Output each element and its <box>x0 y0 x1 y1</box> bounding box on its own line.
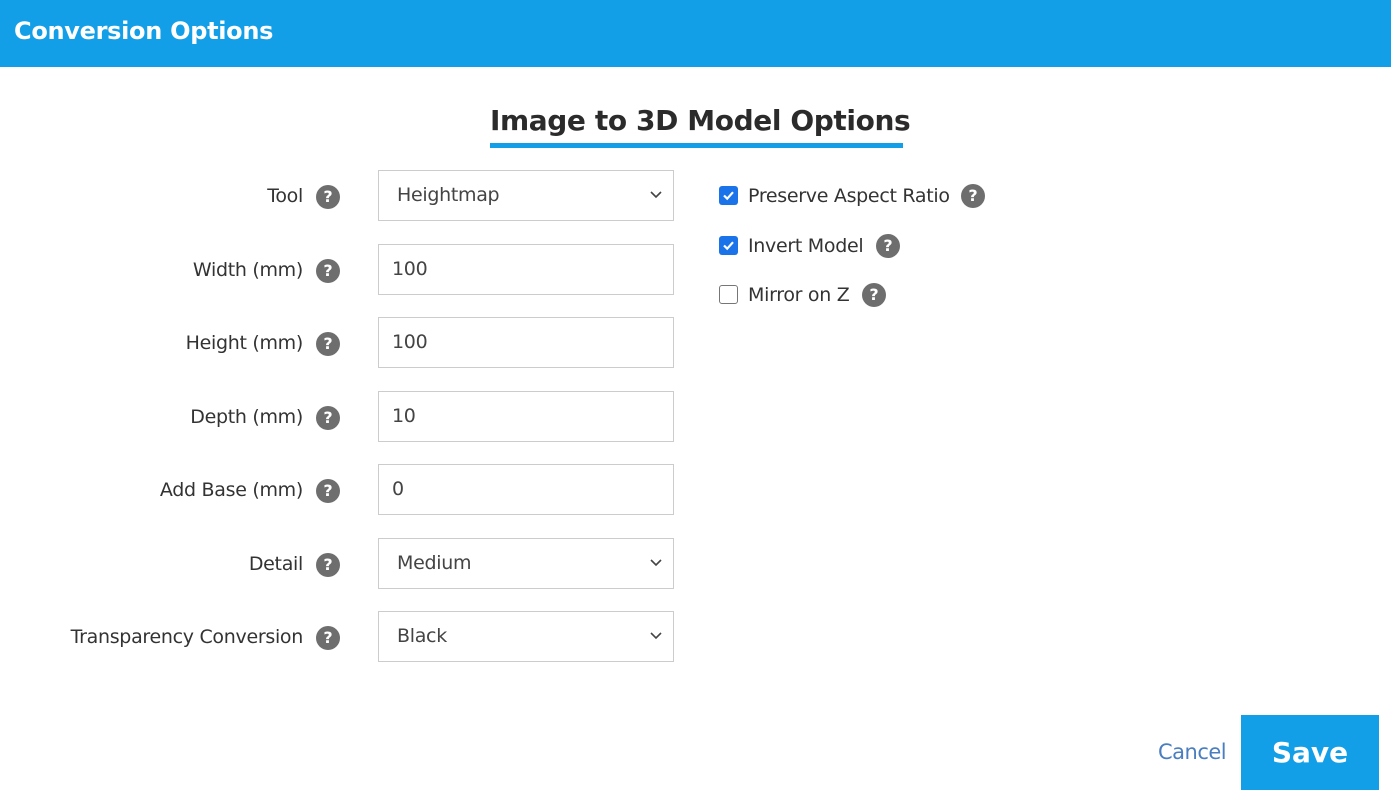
invert-model-checkbox[interactable] <box>719 236 738 255</box>
detail-label: Detail <box>248 553 303 575</box>
transparency-select[interactable]: Black <box>378 611 674 662</box>
save-button[interactable]: Save <box>1241 715 1379 790</box>
width-label: Width (mm) <box>192 259 303 281</box>
chevron-down-icon <box>650 632 662 640</box>
help-icon[interactable]: ? <box>316 626 340 650</box>
tool-row: Tool ? Heightmap <box>0 170 680 222</box>
detail-select[interactable]: Medium <box>378 538 674 589</box>
section-title-underline <box>490 143 903 148</box>
cancel-button[interactable]: Cancel <box>1158 740 1227 764</box>
height-row: Height (mm) ? 100 <box>0 317 680 369</box>
checkmark-icon <box>723 241 734 251</box>
transparency-select-value: Black <box>397 625 447 647</box>
preserve-aspect-ratio-checkbox[interactable] <box>719 186 738 205</box>
section-title: Image to 3D Model Options <box>490 104 911 137</box>
help-icon[interactable]: ? <box>316 185 340 209</box>
help-icon[interactable]: ? <box>961 184 985 208</box>
tool-select[interactable]: Heightmap <box>378 170 674 221</box>
detail-select-value: Medium <box>397 552 472 574</box>
depth-label: Depth (mm) <box>190 406 303 428</box>
add-base-input[interactable]: 0 <box>378 464 674 515</box>
height-label: Height (mm) <box>185 332 304 354</box>
preserve-aspect-ratio-label[interactable]: Preserve Aspect Ratio <box>748 182 950 210</box>
depth-row: Depth (mm) ? 10 <box>0 391 680 443</box>
checkmark-icon <box>723 191 734 201</box>
help-icon[interactable]: ? <box>316 332 340 356</box>
dialog-title: Conversion Options <box>14 17 274 45</box>
help-icon[interactable]: ? <box>316 259 340 283</box>
detail-row: Detail ? Medium <box>0 538 680 590</box>
mirror-on-z-checkbox[interactable] <box>719 285 738 304</box>
width-row: Width (mm) ? 100 <box>0 244 680 296</box>
dialog-header: Conversion Options <box>0 0 1391 67</box>
help-icon[interactable]: ? <box>316 479 340 503</box>
height-input[interactable]: 100 <box>378 317 674 368</box>
help-icon[interactable]: ? <box>862 283 886 307</box>
chevron-down-icon <box>650 559 662 567</box>
mirror-on-z-label[interactable]: Mirror on Z <box>748 281 850 309</box>
chevron-down-icon <box>650 191 662 199</box>
add-base-row: Add Base (mm) ? 0 <box>0 464 680 516</box>
depth-input[interactable]: 10 <box>378 391 674 442</box>
help-icon[interactable]: ? <box>876 234 900 258</box>
tool-select-value: Heightmap <box>397 184 500 206</box>
add-base-label: Add Base (mm) <box>159 479 303 501</box>
transparency-label: Transparency Conversion <box>70 626 304 648</box>
width-input[interactable]: 100 <box>378 244 674 295</box>
help-icon[interactable]: ? <box>316 553 340 577</box>
transparency-row: Transparency Conversion ? Black <box>0 611 680 663</box>
invert-model-label[interactable]: Invert Model <box>748 232 864 260</box>
tool-label: Tool <box>267 185 303 207</box>
help-icon[interactable]: ? <box>316 406 340 430</box>
